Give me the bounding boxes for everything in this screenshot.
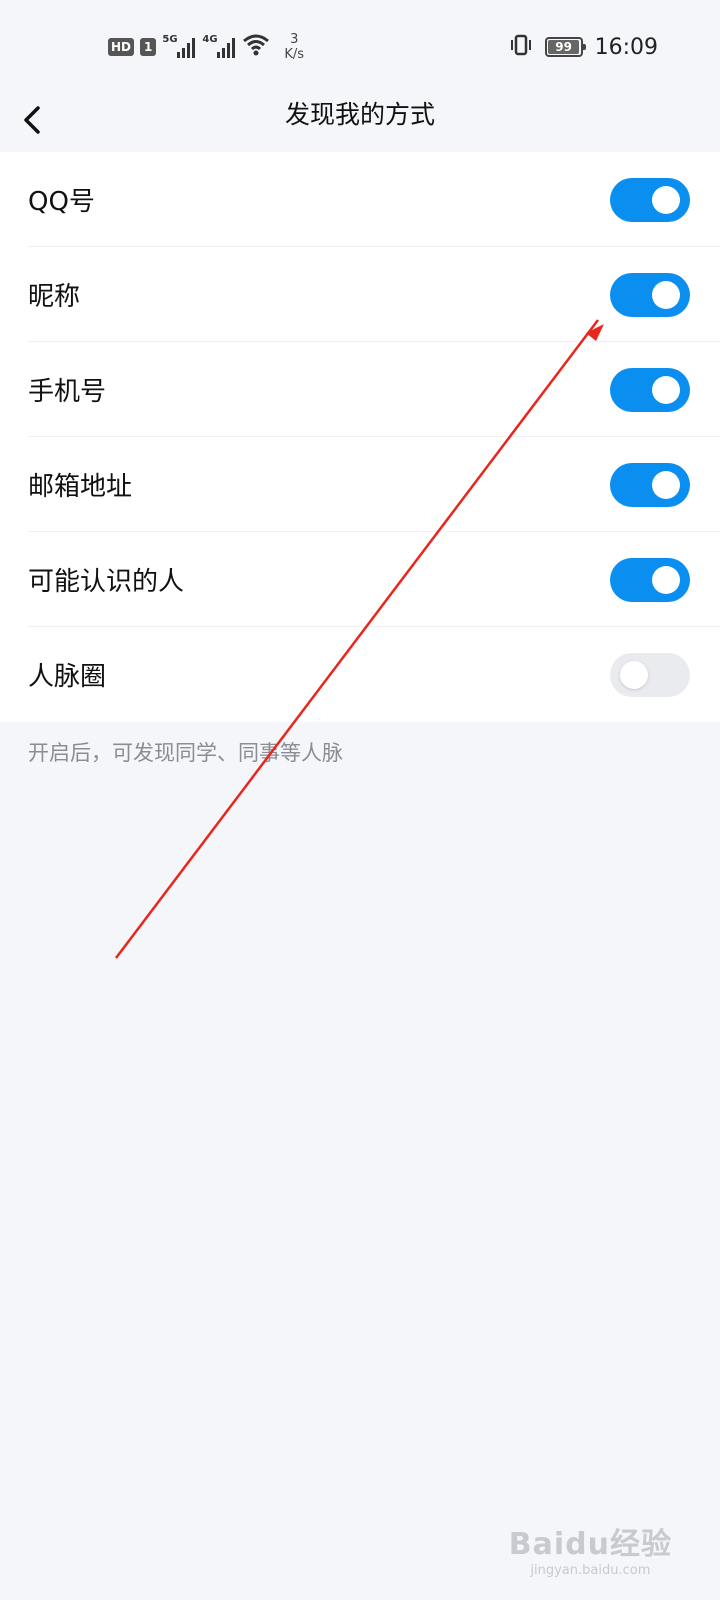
setting-row-network-circle: 人脉圈 bbox=[0, 627, 720, 722]
footnote-text: 开启后，可发现同学、同事等人脉 bbox=[28, 741, 343, 765]
nav-bar: 发现我的方式 bbox=[0, 90, 720, 152]
watermark-url: jingyan.baidu.com bbox=[530, 1563, 651, 1578]
setting-row-nickname: 昵称 bbox=[0, 247, 720, 342]
setting-row-phone: 手机号 bbox=[0, 342, 720, 437]
setting-label: 手机号 bbox=[28, 377, 107, 407]
phone-number-toggle[interactable] bbox=[610, 368, 690, 412]
setting-row-qq-number: QQ号 bbox=[0, 152, 720, 247]
vibrate-icon bbox=[509, 33, 533, 61]
email-toggle[interactable] bbox=[610, 463, 690, 507]
toggle-knob bbox=[652, 471, 680, 499]
qq-number-toggle[interactable] bbox=[610, 178, 690, 222]
status-left: HD 1 5G 4G 3 K/s bbox=[108, 32, 304, 62]
setting-row-email: 邮箱地址 bbox=[0, 437, 720, 532]
sim-badge: 1 bbox=[140, 38, 157, 56]
status-right: 99 16:09 bbox=[509, 32, 658, 62]
watermark: Baidu经验 jingyan.baidu.com bbox=[509, 1519, 672, 1578]
setting-label: 邮箱地址 bbox=[28, 472, 133, 502]
network-speed: 3 K/s bbox=[284, 32, 304, 62]
speed-unit: K/s bbox=[284, 47, 305, 62]
speed-value: 3 bbox=[290, 32, 299, 47]
toggle-knob bbox=[652, 281, 680, 309]
setting-label: 人脉圈 bbox=[28, 662, 107, 692]
settings-list: QQ号 昵称 手机号 邮箱地址 可能认识的人 人脉圈 bbox=[0, 152, 720, 722]
people-you-may-know-toggle[interactable] bbox=[610, 558, 690, 602]
watermark-brand: Baidu经验 bbox=[508, 1527, 672, 1562]
network-type-5g: 5G bbox=[162, 34, 178, 45]
wifi-icon bbox=[242, 33, 270, 61]
setting-row-people-you-may-know: 可能认识的人 bbox=[0, 532, 720, 627]
network-circle-toggle[interactable] bbox=[610, 653, 690, 697]
status-bar: HD 1 5G 4G 3 K/s 99 16:09 bbox=[0, 0, 720, 90]
setting-label: 可能认识的人 bbox=[28, 567, 185, 597]
network-type-4g: 4G bbox=[202, 34, 218, 45]
nickname-toggle[interactable] bbox=[610, 273, 690, 317]
setting-label: QQ号 bbox=[28, 187, 95, 217]
page-title: 发现我的方式 bbox=[284, 100, 435, 129]
toggle-knob bbox=[620, 661, 648, 689]
cellular-signal-icon: 5G bbox=[162, 34, 196, 60]
cellular-signal-2-icon: 4G bbox=[202, 34, 236, 60]
toggle-knob bbox=[652, 376, 680, 404]
clock: 16:09 bbox=[594, 34, 658, 60]
hd-badge: HD bbox=[108, 38, 135, 56]
battery-icon: 99 bbox=[544, 37, 586, 57]
toggle-knob bbox=[652, 186, 680, 214]
setting-label: 昵称 bbox=[28, 282, 81, 312]
toggle-knob bbox=[652, 566, 680, 594]
battery-level: 99 bbox=[555, 40, 572, 54]
